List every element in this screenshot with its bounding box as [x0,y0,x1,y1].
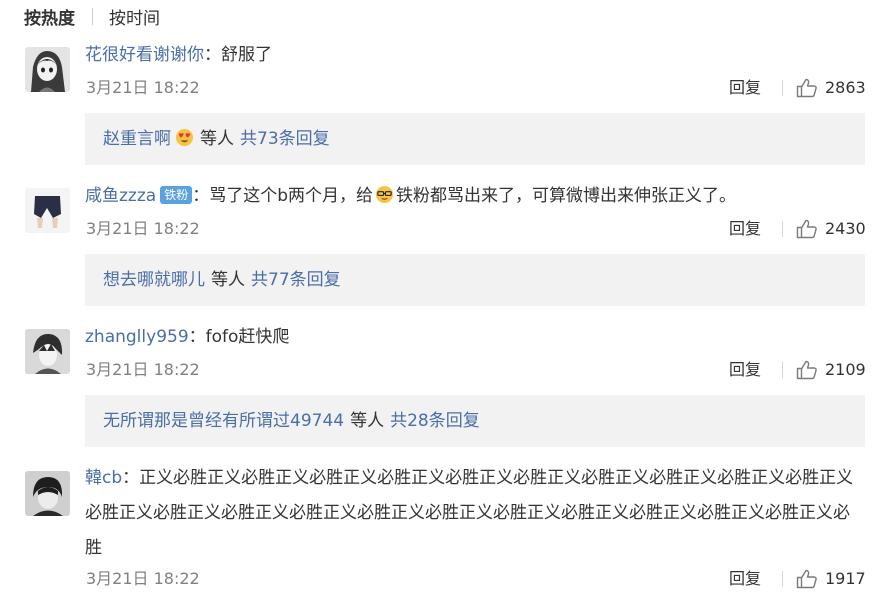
reply-others-label: 等人 [350,411,385,431]
like-count: 2109 [825,360,866,379]
comment-username[interactable]: 花很好看谢谢你 [85,45,204,65]
reply-summary-text: 赵重言啊 等人 共73条回复 [103,126,330,152]
reply-summary-text: 想去哪就哪儿 等人 共77条回复 [103,267,341,293]
comment-text: zhanglly959：fofo赶快爬 [85,324,289,350]
sort-by-time-tab[interactable]: 按时间 [109,4,160,29]
colon: ： [188,327,206,347]
comment-body: 正义必胜正义必胜正义必胜正义必胜正义必胜正义必胜正义必胜正义必胜正义必胜正义必胜… [85,468,854,558]
like-divider [782,221,783,237]
thumbs-up-icon[interactable] [796,78,818,98]
reply-button[interactable]: 回复 [729,359,761,381]
comment-body: 舒服了 [221,45,272,65]
like-count: 2863 [825,78,866,97]
like-divider [782,80,783,96]
glasses-face-emoji-icon [375,185,394,204]
comment-time: 3月21日 18:22 [86,360,200,379]
avatar[interactable] [25,188,70,233]
reply-count[interactable]: 共73条回复 [240,129,330,149]
like-divider [782,362,783,378]
comment-username[interactable]: zhanglly959 [85,327,189,347]
avatar[interactable] [25,471,70,516]
comment-text: 韓cb：正义必胜正义必胜正义必胜正义必胜正义必胜正义必胜正义必胜正义必胜正义必胜… [85,461,865,566]
avatar[interactable] [25,329,70,374]
comment-body-part-1: 骂了这个b两个月，给 [209,186,373,206]
colon: ： [192,186,210,206]
heart-eyes-emoji-icon [175,128,194,147]
reply-count[interactable]: 共77条回复 [251,270,341,290]
comment-text: 花很好看谢谢你：舒服了 [85,42,272,68]
colon: ： [204,45,221,65]
comment-username[interactable]: 咸鱼zzza [85,186,156,206]
reply-username[interactable]: 想去哪就哪儿 [103,270,205,290]
fan-badge[interactable]: 铁粉 [160,186,193,204]
reply-summary-text: 无所谓那是曾经有所谓过49744 等人 共28条回复 [103,408,480,434]
colon: ： [122,468,140,488]
reply-others-label: 等人 [211,270,245,290]
reply-username[interactable]: 无所谓那是曾经有所谓过49744 [103,411,344,431]
thumbs-up-icon[interactable] [796,219,818,239]
sort-by-hot-tab[interactable]: 按热度 [24,4,75,29]
reply-button[interactable]: 回复 [729,218,761,240]
like-count: 2430 [825,219,866,238]
comment-username[interactable]: 韓cb [85,468,122,488]
reply-summary[interactable]: 赵重言啊 等人 共73条回复 [85,113,865,165]
reply-count[interactable]: 共28条回复 [390,411,480,431]
thumbs-up-icon[interactable] [796,569,818,589]
sort-bar: 按热度 按时间 [24,3,160,29]
reply-summary[interactable]: 想去哪就哪儿 等人 共77条回复 [85,254,865,306]
thumbs-up-icon[interactable] [796,360,818,380]
avatar[interactable] [25,47,70,92]
comment-body: fofo赶快爬 [205,327,290,347]
sort-divider [92,7,93,25]
reply-others-label: 等人 [200,129,234,149]
reply-summary[interactable]: 无所谓那是曾经有所谓过49744 等人 共28条回复 [85,395,865,447]
reply-username[interactable]: 赵重言啊 [103,129,171,149]
comment-time: 3月21日 18:22 [86,78,200,97]
like-divider [782,571,783,587]
comment-time: 3月21日 18:22 [86,219,200,238]
comment-text: 咸鱼zzza 铁粉 ：骂了这个b两个月，给 铁粉都骂出来了，可算微博出来伸张正义了。 [85,183,736,209]
comment-body-part-2: 铁粉都骂出来了，可算微博出来伸张正义了。 [396,186,736,206]
reply-button[interactable]: 回复 [729,77,761,99]
